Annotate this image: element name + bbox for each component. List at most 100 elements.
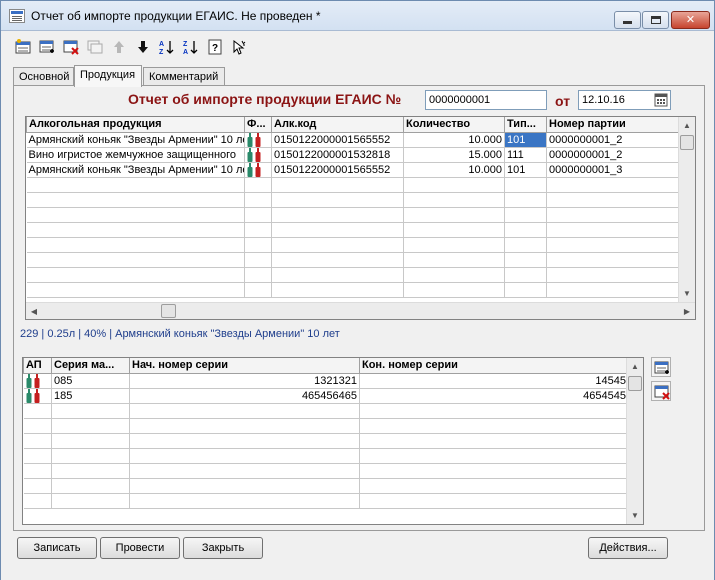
cell-type[interactable] <box>504 177 547 193</box>
cell-series[interactable] <box>51 403 130 419</box>
help-button[interactable]: ? <box>205 37 225 57</box>
cell-series[interactable] <box>51 448 130 464</box>
cell-product[interactable]: Вино игристое жемчужное защищенного <box>26 147 245 163</box>
cell-ap[interactable] <box>23 448 52 464</box>
cell-batch[interactable] <box>546 282 681 298</box>
cell-batch[interactable]: 0000000001_2 <box>546 132 681 148</box>
cell-ap[interactable] <box>23 433 52 449</box>
cell-product[interactable] <box>26 192 245 208</box>
cell-quantity[interactable] <box>403 207 505 223</box>
table-row[interactable] <box>23 478 629 494</box>
cell-end-number[interactable] <box>359 478 629 494</box>
cell-batch[interactable]: 0000000001_2 <box>546 147 681 163</box>
cell-alc-code[interactable] <box>271 282 404 298</box>
cell-series[interactable]: 085 <box>51 373 130 389</box>
document-date-field[interactable]: 12.10.16 <box>578 90 671 110</box>
cell-type[interactable] <box>504 282 547 298</box>
cell-quantity[interactable] <box>403 222 505 238</box>
cell-product[interactable]: Армянский коньяк "Звезды Армении" 10 лет <box>26 162 245 178</box>
scroll-thumb[interactable] <box>628 376 642 391</box>
cell-start-number[interactable] <box>129 403 360 419</box>
maximize-button[interactable] <box>642 11 669 29</box>
column-header-alc-code[interactable]: Алк.код <box>271 117 404 133</box>
cell-type[interactable] <box>504 192 547 208</box>
scroll-up-icon[interactable]: ▲ <box>679 117 695 134</box>
cell-start-number[interactable]: 1321321 <box>129 373 360 389</box>
move-down-button[interactable] <box>133 37 153 57</box>
column-header-end-number[interactable]: Кон. номер серии <box>359 358 629 374</box>
cell-series[interactable] <box>51 478 130 494</box>
cell-alc-code[interactable] <box>271 222 404 238</box>
series-grid[interactable]: АП Серия ма... Нач. номер серии Кон. ном… <box>22 357 644 525</box>
cell-start-number[interactable] <box>129 478 360 494</box>
cell-quantity[interactable]: 10.000 <box>403 162 505 178</box>
tab-comment[interactable]: Комментарий <box>143 67 225 86</box>
cell-ap[interactable] <box>23 478 52 494</box>
tab-main[interactable]: Основной <box>13 67 74 86</box>
cell-batch[interactable] <box>546 177 681 193</box>
cell-product[interactable] <box>26 207 245 223</box>
column-header-quantity[interactable]: Количество <box>403 117 505 133</box>
cell-type[interactable]: 101 <box>504 162 547 178</box>
cell-product[interactable] <box>26 267 245 283</box>
move-up-button[interactable] <box>109 37 129 57</box>
cell-start-number[interactable] <box>129 433 360 449</box>
cell-format[interactable] <box>244 282 272 298</box>
cell-alc-code[interactable]: 0150122000001532818 <box>271 147 404 163</box>
title-bar[interactable]: Отчет об импорте продукции ЕГАИС. Не про… <box>1 1 714 31</box>
cell-batch[interactable]: 0000000001_3 <box>546 162 681 178</box>
scroll-down-icon[interactable]: ▼ <box>627 507 643 524</box>
cell-start-number[interactable]: 465456465 <box>129 388 360 404</box>
cell-alc-code[interactable] <box>271 207 404 223</box>
cell-end-number[interactable] <box>359 418 629 434</box>
column-header-ap[interactable]: АП <box>23 358 52 374</box>
cell-series[interactable] <box>51 433 130 449</box>
cell-type[interactable] <box>504 237 547 253</box>
cell-format[interactable] <box>244 132 272 148</box>
column-header-type[interactable]: Тип... <box>504 117 547 133</box>
cell-series[interactable]: 185 <box>51 388 130 404</box>
cell-quantity[interactable] <box>403 192 505 208</box>
close-window-button[interactable]: ✕ <box>671 11 710 29</box>
table-row[interactable] <box>26 177 681 193</box>
cell-format[interactable] <box>244 147 272 163</box>
cell-start-number[interactable] <box>129 493 360 509</box>
table-row[interactable] <box>26 282 681 298</box>
cell-batch[interactable] <box>546 267 681 283</box>
products-horizontal-scrollbar[interactable]: ◀ ▶ <box>26 302 695 319</box>
cell-quantity[interactable] <box>403 177 505 193</box>
table-row[interactable] <box>26 252 681 268</box>
table-row[interactable] <box>26 267 681 283</box>
cell-product[interactable] <box>26 222 245 238</box>
cell-type[interactable] <box>504 222 547 238</box>
cell-format[interactable] <box>244 207 272 223</box>
scroll-thumb[interactable] <box>680 135 694 150</box>
cell-end-number[interactable] <box>359 463 629 479</box>
add-row-button[interactable] <box>37 37 57 57</box>
table-row[interactable]: 185 465456465 4654545 <box>23 388 629 404</box>
sort-ascending-button[interactable]: A Z <box>157 37 177 57</box>
cell-alc-code[interactable] <box>271 177 404 193</box>
save-button[interactable]: Записать <box>17 537 97 559</box>
cell-start-number[interactable] <box>129 448 360 464</box>
close-button[interactable]: Закрыть <box>183 537 263 559</box>
cell-alc-code[interactable]: 0150122000001565552 <box>271 132 404 148</box>
scroll-down-icon[interactable]: ▼ <box>679 285 695 302</box>
table-row[interactable]: 085 1321321 14545 <box>23 373 629 389</box>
cell-quantity[interactable]: 10.000 <box>403 132 505 148</box>
scroll-left-icon[interactable]: ◀ <box>26 303 42 319</box>
cell-quantity[interactable] <box>403 237 505 253</box>
series-vertical-scrollbar[interactable]: ▲ ▼ <box>626 358 643 524</box>
table-row[interactable] <box>23 493 629 509</box>
scroll-right-icon[interactable]: ▶ <box>679 303 695 319</box>
scroll-up-icon[interactable]: ▲ <box>627 358 643 375</box>
cell-product[interactable]: Армянский коньяк "Звезды Армении" 10 лет <box>26 132 245 148</box>
new-record-button[interactable] <box>13 37 33 57</box>
cell-type[interactable] <box>504 252 547 268</box>
cell-ap[interactable] <box>23 463 52 479</box>
cell-series[interactable] <box>51 463 130 479</box>
tab-products[interactable]: Продукция <box>74 65 142 87</box>
add-series-button[interactable] <box>651 357 671 377</box>
select-pointer-button[interactable] <box>229 37 249 57</box>
column-header-series[interactable]: Серия ма... <box>51 358 130 374</box>
